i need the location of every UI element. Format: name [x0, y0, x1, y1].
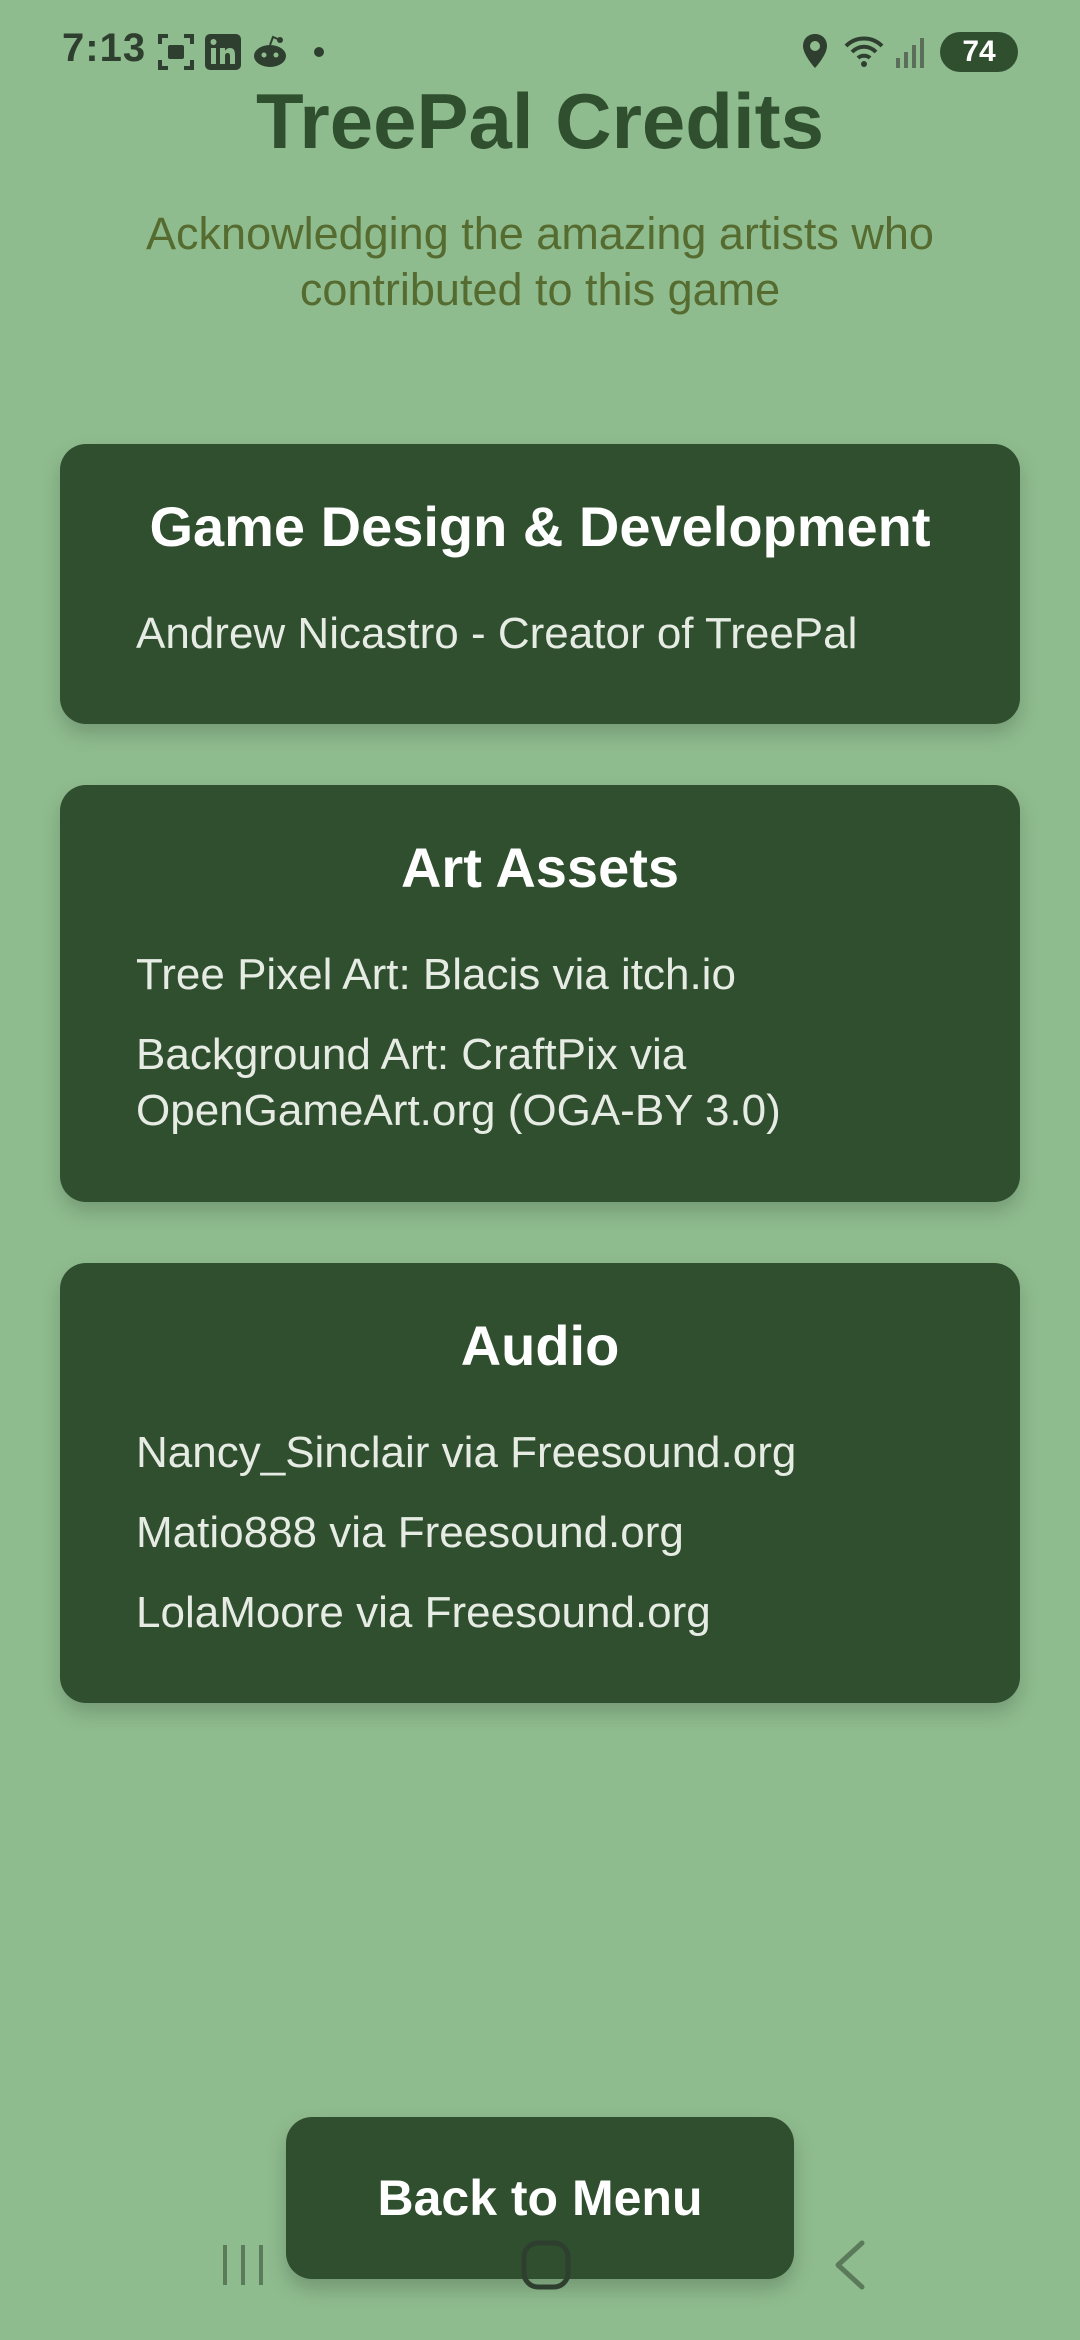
- page-title: TreePal Credits: [256, 77, 824, 165]
- back-icon[interactable]: [820, 2235, 880, 2295]
- audio-heading: Audio: [460, 1314, 620, 1377]
- wifi-icon: [844, 36, 884, 67]
- credit-item: Nancy_Sinclair via Freesound.org: [136, 1428, 797, 1477]
- design-heading: Game Design & Development: [149, 495, 931, 558]
- reddit-icon: [254, 35, 286, 67]
- design-credits-card: Game Design & Development Andrew Nicastr…: [60, 444, 1020, 724]
- art-heading: Art Assets: [400, 836, 680, 899]
- credit-item: LolaMoore via Freesound.org: [136, 1588, 711, 1637]
- screenshot-icon: [158, 34, 194, 70]
- status-time: 7:13: [62, 26, 147, 70]
- art-credits-card: Art Assets Tree Pixel Art: Blacis via it…: [60, 785, 1020, 1202]
- dot-icon: [314, 47, 324, 57]
- credit-item: Background Art: CraftPix via OpenGameArt…: [136, 1030, 781, 1135]
- home-icon[interactable]: [516, 2235, 576, 2295]
- credit-item: Andrew Nicastro - Creator of TreePal: [136, 609, 858, 658]
- signal-icon: [896, 38, 924, 68]
- linkedin-icon: [205, 34, 241, 70]
- battery-icon: 74: [940, 32, 1018, 72]
- credit-item: Matio888 via Freesound.org: [136, 1508, 684, 1557]
- location-icon: [803, 34, 827, 68]
- audio-credits-card: Audio Nancy_Sinclair via Freesound.org M…: [60, 1263, 1020, 1703]
- recent-apps-icon[interactable]: [213, 2235, 273, 2295]
- battery-level: 74: [962, 35, 996, 68]
- page-subtitle: Acknowledging the amazing artists who co…: [146, 208, 934, 315]
- credit-item: Tree Pixel Art: Blacis via itch.io: [136, 950, 736, 999]
